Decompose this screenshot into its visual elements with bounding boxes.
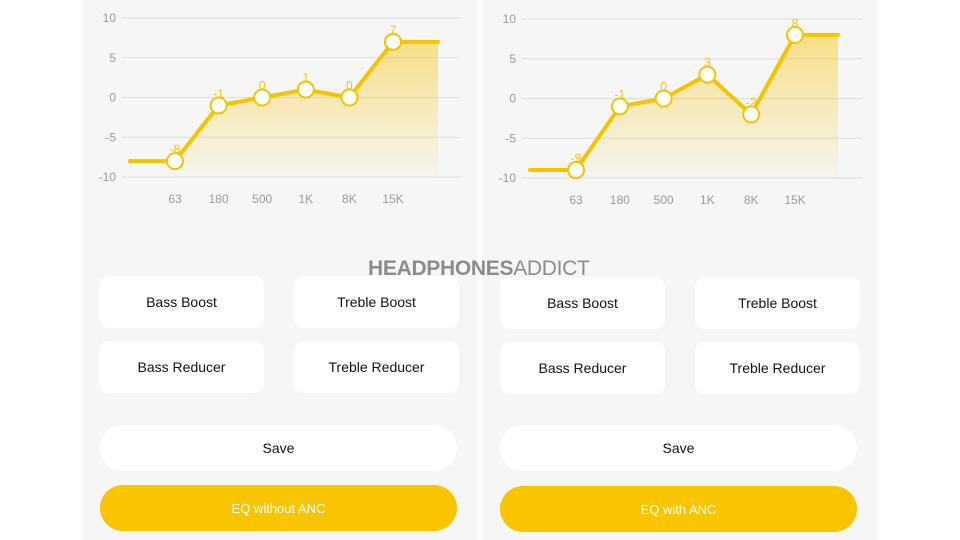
eq-value-label: -1 (213, 86, 224, 100)
eq-value-label: -9 (571, 151, 582, 165)
x-tick-label: 180 (610, 193, 630, 207)
treble-reducer-button[interactable]: Treble Reducer (695, 342, 860, 394)
eq-chart: 10 5 0 -5 -10 -9 63 -1 180 0 500 3 1K -2 8K 8 15K (499, 12, 862, 207)
x-tick-label: 500 (252, 192, 272, 206)
y-tick-label: 5 (109, 51, 116, 65)
bass-reducer-button[interactable]: Bass Reducer (99, 341, 264, 393)
x-tick-label: 1K (298, 192, 313, 206)
x-tick-label: 8K (744, 193, 759, 207)
x-tick-label: 63 (168, 192, 182, 206)
treble-boost-button[interactable]: Treble Boost (695, 277, 860, 329)
eq-value-label: 0 (346, 79, 353, 93)
eq-value-label: 1 (302, 71, 309, 85)
eq-value-label: -8 (170, 142, 181, 156)
eq-value-label: 8 (792, 16, 799, 30)
headphonesaddict-watermark: HEADPHONESADDICT (368, 257, 590, 281)
save-button[interactable]: Save (100, 425, 457, 471)
eq-without-anc-button[interactable]: EQ without ANC (100, 485, 457, 531)
treble-boost-button[interactable]: Treble Boost (294, 276, 459, 328)
eq-value-label: -1 (614, 87, 625, 101)
y-tick-label: -5 (105, 130, 116, 144)
y-tick-label: -5 (505, 131, 516, 145)
y-tick-label: 10 (503, 12, 517, 26)
x-tick-label: 15K (784, 193, 805, 207)
x-tick-label: 500 (654, 193, 674, 207)
bass-boost-button[interactable]: Bass Boost (500, 277, 665, 329)
eq-value-label: -2 (746, 95, 757, 109)
x-tick-label: 180 (209, 192, 229, 206)
eq-chart: 10 5 0 -5 -10 -8 63 -1 180 0 500 1 1K 0 8K 7 15K (99, 11, 460, 206)
bass-reducer-button[interactable]: Bass Reducer (500, 342, 665, 394)
eq-with-anc-button[interactable]: EQ with ANC (500, 486, 857, 532)
x-tick-label: 8K (342, 192, 357, 206)
y-tick-label: 0 (509, 92, 516, 106)
eq-value-label: 0 (660, 80, 667, 94)
eq-value-label: 0 (259, 79, 266, 93)
save-button[interactable]: Save (500, 425, 857, 471)
watermark-bold-text: HEADPHONES (368, 257, 514, 280)
bass-boost-button[interactable]: Bass Boost (99, 276, 264, 328)
eq-value-label: 3 (704, 56, 711, 70)
treble-reducer-button[interactable]: Treble Reducer (294, 341, 459, 393)
eq-value-label: 7 (390, 23, 397, 37)
x-tick-label: 1K (700, 193, 715, 207)
watermark-light-text: ADDICT (513, 257, 590, 280)
y-tick-label: 0 (109, 91, 116, 105)
y-tick-label: 5 (509, 52, 516, 66)
x-tick-label: 63 (569, 193, 583, 207)
y-tick-label: -10 (499, 171, 517, 185)
y-tick-label: 10 (103, 11, 117, 25)
y-tick-label: -10 (99, 170, 117, 184)
x-tick-label: 15K (382, 192, 403, 206)
